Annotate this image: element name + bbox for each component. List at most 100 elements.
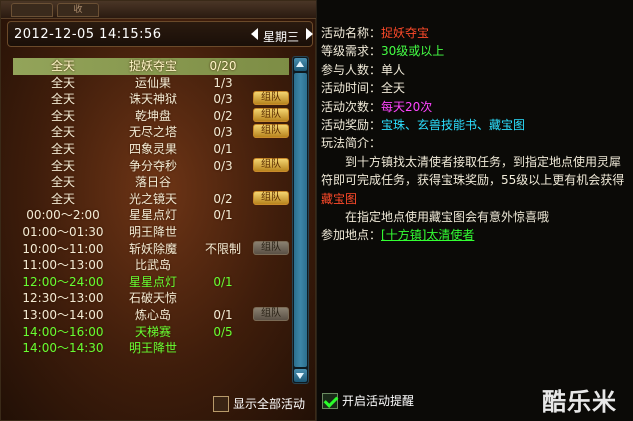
activity-row[interactable]: 00:00～2:00 星星点灯 0/1: [13, 207, 289, 224]
info-place-label: 参加地点：: [321, 228, 382, 243]
info-times-label: 活动次数：: [321, 99, 382, 114]
activity-time: 全天: [50, 191, 75, 206]
activity-list: 全天 捉妖夺宝 0/20 全天 运仙果 1/3 全天 诛天神狱 0/3 组队 全天 乾坤盘 0/2 组队全…: [13, 58, 289, 380]
info-level-value: 30级或以上: [381, 44, 445, 59]
info-time-label: 活动时间：: [321, 81, 382, 96]
activity-row[interactable]: 10:00～11:00 斩妖除魔 不限制 组队: [13, 240, 289, 258]
activity-row[interactable]: 全天 光之镜天 0/2 组队: [13, 190, 289, 208]
activity-time: 10:00～11:00: [22, 241, 104, 256]
activity-count: 0/5: [213, 324, 233, 339]
activity-count: 0/1: [213, 274, 233, 289]
info-name-line: 活动名称：捉妖夺宝: [321, 24, 627, 42]
scroll-thumb[interactable]: [294, 73, 307, 367]
activity-time: 14:00～16:00: [22, 324, 104, 339]
info-time-value: 全天: [381, 81, 406, 96]
activity-name: 无尽之塔: [128, 125, 177, 140]
activity-name: 捉妖夺宝: [128, 59, 177, 73]
scroll-up-button[interactable]: [294, 58, 307, 71]
activity-info: 活动名称：捉妖夺宝 等级需求：30级或以上 参与人数：单人 活动时间：全天 活动…: [321, 24, 627, 245]
activity-row[interactable]: 14:00～16:00 天梯赛 0/5: [13, 324, 289, 341]
info-intro-text-2: 在指定地点使用藏宝图会有意外惊喜哦: [345, 209, 550, 224]
info-intro-label: 玩法简介：: [321, 136, 382, 151]
info-place-line: 参加地点：[十方镇]太清使者: [321, 226, 627, 244]
activity-time: 13:00～14:00: [22, 307, 104, 322]
activity-row[interactable]: 全天 捉妖夺宝 0/20: [13, 58, 289, 75]
info-time-line: 活动时间：全天: [321, 79, 627, 97]
intro-highlight-treasure-map: 藏宝图: [321, 191, 358, 206]
activity-row[interactable]: 12:00～24:00 星星点灯 0/1: [13, 274, 289, 291]
activity-time: 全天: [50, 125, 75, 140]
activity-row[interactable]: 全天 运仙果 1/3: [13, 75, 289, 92]
show-all-label: 显示全部活动: [233, 397, 306, 411]
activity-name: 四象灵果: [128, 141, 177, 156]
info-times-line: 活动次数：每天20次: [321, 98, 627, 116]
activity-time: 全天: [50, 158, 75, 173]
activity-row[interactable]: 全天 乾坤盘 0/2 组队: [13, 107, 289, 125]
activity-time: 全天: [50, 108, 75, 123]
activity-time: 全天: [50, 175, 75, 190]
activity-row[interactable]: 11:00～13:00 比武岛: [13, 257, 289, 274]
activity-count: 0/2: [213, 108, 233, 123]
activity-count: 0/3: [213, 125, 233, 140]
info-name-value: 捉妖夺宝: [381, 26, 430, 40]
team-up-button[interactable]: 组队: [253, 306, 289, 321]
activity-time: 全天: [50, 92, 75, 107]
site-watermark-logo: 酷乐米: [542, 388, 617, 416]
activity-detail-panel: 活动名称：捉妖夺宝 等级需求：30级或以上 参与人数：单人 活动时间：全天 活动…: [316, 0, 633, 421]
weekday-label: 星期三: [263, 30, 300, 44]
activity-count: 0/1: [213, 307, 233, 322]
activity-count: 0/20: [209, 59, 237, 73]
activity-row[interactable]: 全天 诛天神狱 0/3 组队: [13, 91, 289, 108]
next-day-arrow-icon[interactable]: [306, 28, 313, 40]
activity-time: 01:00～01:30: [22, 224, 104, 239]
activity-row[interactable]: 12:30～13:00 石破天惊: [13, 290, 289, 307]
activity-row[interactable]: 全天 四象灵果 0/1: [13, 141, 289, 158]
activity-time: 12:00～24:00: [22, 274, 104, 289]
scroll-down-button[interactable]: [294, 369, 307, 382]
team-up-button[interactable]: 组队: [253, 157, 289, 172]
show-all-activities-toggle[interactable]: 显示全部活动: [213, 395, 305, 412]
team-up-button[interactable]: 组队: [253, 107, 289, 122]
team-up-button[interactable]: 组队: [253, 91, 289, 106]
activity-name: 争分夺秒: [128, 158, 177, 173]
activity-name: 星星点灯: [128, 208, 177, 223]
date-bar: 2012-12-05 14:15:56 星期三: [7, 21, 313, 47]
activity-list-scrollbar[interactable]: [292, 56, 309, 384]
activity-reminder-toggle[interactable]: 开启活动提醒: [322, 392, 414, 409]
activity-name: 斩妖除魔: [128, 241, 177, 256]
show-all-checkbox[interactable]: [213, 395, 229, 412]
info-level-label: 等级需求：: [321, 44, 382, 59]
activity-time: 全天: [50, 141, 75, 156]
info-people-label: 参与人数：: [321, 62, 382, 77]
activity-name: 运仙果: [134, 75, 171, 90]
activity-count: 0/1: [213, 141, 233, 156]
activity-list-panel: 收 2012-12-05 14:15:56 星期三 全天 捉妖夺宝 0/20 全天 运仙…: [0, 0, 317, 421]
info-reward-value: 宝珠、玄兽技能书、藏宝图: [381, 117, 526, 132]
info-times-value: 每天20次: [381, 99, 433, 114]
info-place-link[interactable]: [十方镇]太清使者: [381, 228, 474, 242]
activity-name: 诛天神狱: [128, 92, 177, 107]
activity-row[interactable]: 全天 争分夺秒 0/3 组队: [13, 157, 289, 175]
activity-name: 星星点灯: [128, 274, 177, 289]
activity-row[interactable]: 全天 无尽之塔 0/3 组队: [13, 124, 289, 141]
activity-count: 0/3: [213, 158, 233, 173]
prev-day-arrow-icon[interactable]: [251, 28, 258, 40]
reminder-label: 开启活动提醒: [342, 394, 415, 408]
activity-row[interactable]: 14:00～14:30 明王降世: [13, 340, 289, 357]
activity-time: 12:30～13:00: [22, 291, 104, 306]
team-up-button[interactable]: 组队: [253, 124, 289, 139]
checkmark-icon[interactable]: [322, 392, 338, 409]
activity-count: 0/2: [213, 191, 233, 206]
team-up-button[interactable]: 组队: [253, 190, 289, 205]
activity-name: 落日谷: [134, 175, 171, 190]
intro-text-part: 到十方镇找太清使者接取任务，到指定地点使用灵犀符即可完成任务，获得宝珠奖励，55…: [321, 154, 625, 188]
activity-count: 不限制: [204, 241, 241, 256]
activity-name: 炼心岛: [134, 307, 171, 322]
activity-row[interactable]: 全天 落日谷: [13, 174, 289, 191]
team-up-button[interactable]: 组队: [253, 240, 289, 255]
tab-collapse[interactable]: 收: [57, 3, 99, 17]
tab-unnamed[interactable]: [11, 3, 53, 17]
activity-row[interactable]: 01:00～01:30 明王降世: [13, 224, 289, 241]
activity-name: 光之镜天: [128, 191, 177, 206]
activity-row[interactable]: 13:00～14:00 炼心岛 0/1 组队: [13, 306, 289, 324]
